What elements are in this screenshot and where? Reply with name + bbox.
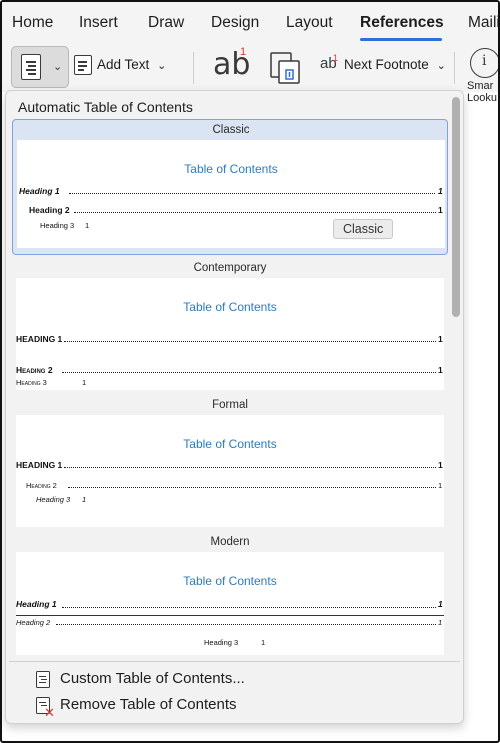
chevron-down-icon: ⌄ — [157, 60, 167, 72]
dot-leader — [62, 607, 436, 608]
page-number: 1 — [438, 460, 443, 470]
chevron-down-icon: ⌄ — [436, 60, 446, 72]
next-footnote-button[interactable]: Next Footnote ⌄ — [344, 57, 446, 72]
toolbar-divider — [193, 52, 194, 84]
page-number: 1 — [438, 334, 443, 344]
dot-leader — [64, 341, 436, 342]
smart-lookup-label-line1: Smar — [467, 80, 494, 92]
separator-rule — [16, 615, 444, 616]
scrollbar[interactable] — [451, 97, 461, 657]
dot-leader — [69, 193, 435, 194]
chevron-down-icon: ⌄ — [53, 61, 63, 73]
page-number: 1 — [438, 599, 443, 609]
next-footnote-superscript: 1 — [333, 53, 339, 63]
tab-home[interactable]: Home — [12, 14, 53, 32]
custom-toc-menu-item[interactable]: Custom Table of Contents... — [36, 669, 336, 691]
red-x-icon: ✕ — [44, 705, 55, 720]
remove-toc-label: Remove Table of Contents — [60, 696, 237, 713]
toc-entry-heading-3: Heading 3 — [40, 221, 75, 230]
page-number: 1 — [438, 481, 443, 490]
toc-entry-heading-1: HEADING 1 — [16, 334, 63, 344]
remove-toc-menu-item[interactable]: ✕ Remove Table of Contents — [36, 695, 336, 719]
tab-design[interactable]: Design — [211, 14, 259, 32]
toc-title: Table of Contents — [183, 574, 277, 588]
toc-title: Table of Contents — [183, 300, 277, 314]
toc-entry-heading-2: Heading 2 — [16, 618, 51, 627]
toc-entry-heading-2: Heading 2 — [26, 481, 57, 490]
footnote-superscript: 1 — [240, 46, 247, 58]
toc-entry-heading-1: Heading 1 — [16, 599, 57, 609]
dot-leader — [62, 372, 436, 373]
dot-leader — [56, 624, 436, 625]
scrollbar-thumb[interactable] — [452, 97, 460, 317]
tab-references[interactable]: References — [360, 14, 444, 32]
section-title: Automatic Table of Contents — [18, 99, 193, 115]
toc-entry-heading-2: Heading 2 — [29, 205, 70, 215]
smart-lookup-label[interactable]: Smar Looku — [467, 80, 497, 104]
toolbar-divider — [454, 52, 455, 84]
template-preview: Table of Contents Heading 1 1 Heading 2 … — [16, 552, 444, 655]
toc-entry-heading-2: Heading 2 — [16, 365, 53, 375]
toc-template-formal[interactable]: Formal Table of Contents HEADING 1 1 Hea… — [12, 395, 448, 531]
toc-title: Table of Contents — [183, 437, 277, 451]
toc-entry-heading-3: Heading 3 — [16, 378, 47, 387]
toc-template-classic[interactable]: Classic Table of Contents Heading 1 1 He… — [12, 119, 448, 255]
dot-leader — [68, 487, 436, 488]
toc-gallery: Classic Table of Contents Heading 1 1 He… — [12, 119, 448, 655]
toc-template-modern[interactable]: Modern Table of Contents Heading 1 1 Hea… — [12, 532, 448, 655]
template-name: Modern — [210, 536, 250, 548]
dot-leader — [64, 467, 436, 468]
template-name: Contemporary — [193, 262, 267, 274]
toc-title: Table of Contents — [184, 162, 278, 176]
remove-document-icon: ✕ — [36, 697, 55, 719]
page-number: 1 — [261, 638, 266, 647]
next-footnote-label: Next Footnote — [344, 57, 429, 72]
custom-toc-label: Custom Table of Contents... — [60, 670, 245, 687]
tab-layout[interactable]: Layout — [286, 14, 333, 32]
smart-lookup-label-line2: Looku — [467, 92, 497, 104]
page-number: 1 — [438, 365, 443, 375]
toc-entry-heading-3: Heading 3 — [204, 638, 239, 647]
ribbon-tab-bar: Home Insert Draw Design Layout Reference… — [2, 2, 498, 42]
page-number: 1 — [438, 618, 443, 627]
toc-entry-heading-1: HEADING 1 — [16, 460, 63, 470]
add-text-label: Add Text — [97, 57, 150, 72]
template-name: Classic — [212, 124, 250, 136]
tooltip: Classic — [333, 219, 394, 239]
tab-draw[interactable]: Draw — [148, 14, 184, 32]
template-preview: Table of Contents HEADING 1 1 Heading 2 … — [16, 415, 444, 527]
template-preview: Table of Contents HEADING 1 1 Heading 2 … — [16, 278, 444, 390]
word-window: Home Insert Draw Design Layout Reference… — [0, 0, 500, 743]
page-number: 1 — [82, 495, 87, 504]
template-name: Formal — [212, 399, 248, 411]
document-icon — [36, 671, 50, 688]
tab-mailings[interactable]: Maili — [468, 14, 498, 32]
page-number: 1 — [438, 205, 443, 215]
table-of-contents-button[interactable]: ⌄ — [11, 46, 69, 88]
page-number: 1 — [438, 186, 443, 196]
dot-leader — [74, 212, 436, 213]
page-number: 1 — [85, 221, 90, 230]
document-icon — [21, 54, 41, 80]
tab-insert[interactable]: Insert — [79, 14, 118, 32]
smart-lookup-icon[interactable]: i — [470, 48, 498, 78]
add-text-icon[interactable] — [74, 55, 92, 75]
menu-divider — [9, 661, 460, 662]
page-number: 1 — [82, 378, 87, 387]
insert-endnote-icon[interactable] — [270, 51, 302, 85]
toc-template-contemporary[interactable]: Contemporary Table of Contents HEADING 1… — [12, 258, 448, 390]
toc-entry-heading-1: Heading 1 — [19, 186, 60, 196]
table-of-contents-dropdown: Automatic Table of Contents Classic Tabl… — [5, 90, 464, 724]
ribbon-toolbar: ⌄ Add Text ⌄ ab 1 ab 1 Next Footnote ⌄ i… — [2, 42, 498, 104]
active-tab-indicator — [360, 38, 442, 41]
add-text-button[interactable]: Add Text ⌄ — [97, 57, 166, 72]
toc-entry-heading-3: Heading 3 — [36, 495, 71, 504]
